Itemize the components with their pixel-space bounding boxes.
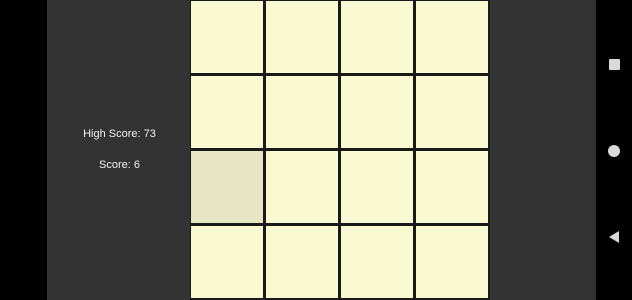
board-tile[interactable] (191, 151, 263, 223)
board-tile[interactable] (266, 76, 338, 148)
high-score-label: High Score: 73 (83, 128, 156, 140)
home-button[interactable] (596, 136, 632, 166)
board-tile[interactable] (191, 76, 263, 148)
board-tile[interactable] (341, 151, 413, 223)
system-navigation-bar (596, 0, 632, 300)
board-tile[interactable] (341, 76, 413, 148)
recents-icon (608, 58, 620, 70)
score-panel: High Score: 73 Score: 6 (47, 0, 192, 300)
board-tile[interactable] (416, 76, 488, 148)
game-board (190, 0, 490, 300)
board-tile[interactable] (191, 226, 263, 298)
board-tile[interactable] (191, 1, 263, 73)
board-tile[interactable] (416, 226, 488, 298)
board-tile[interactable] (416, 1, 488, 73)
board-tile[interactable] (266, 151, 338, 223)
game-app: High Score: 73 Score: 6 (47, 0, 596, 300)
board-tile[interactable] (416, 151, 488, 223)
board-tile[interactable] (341, 1, 413, 73)
board-tile[interactable] (341, 226, 413, 298)
device-screen: High Score: 73 Score: 6 (0, 0, 632, 300)
recents-button[interactable] (596, 49, 632, 79)
home-icon (608, 145, 620, 157)
board-tile[interactable] (266, 1, 338, 73)
board-tile[interactable] (266, 226, 338, 298)
back-button[interactable] (596, 222, 632, 252)
back-icon (609, 231, 619, 243)
score-label: Score: 6 (99, 159, 140, 171)
